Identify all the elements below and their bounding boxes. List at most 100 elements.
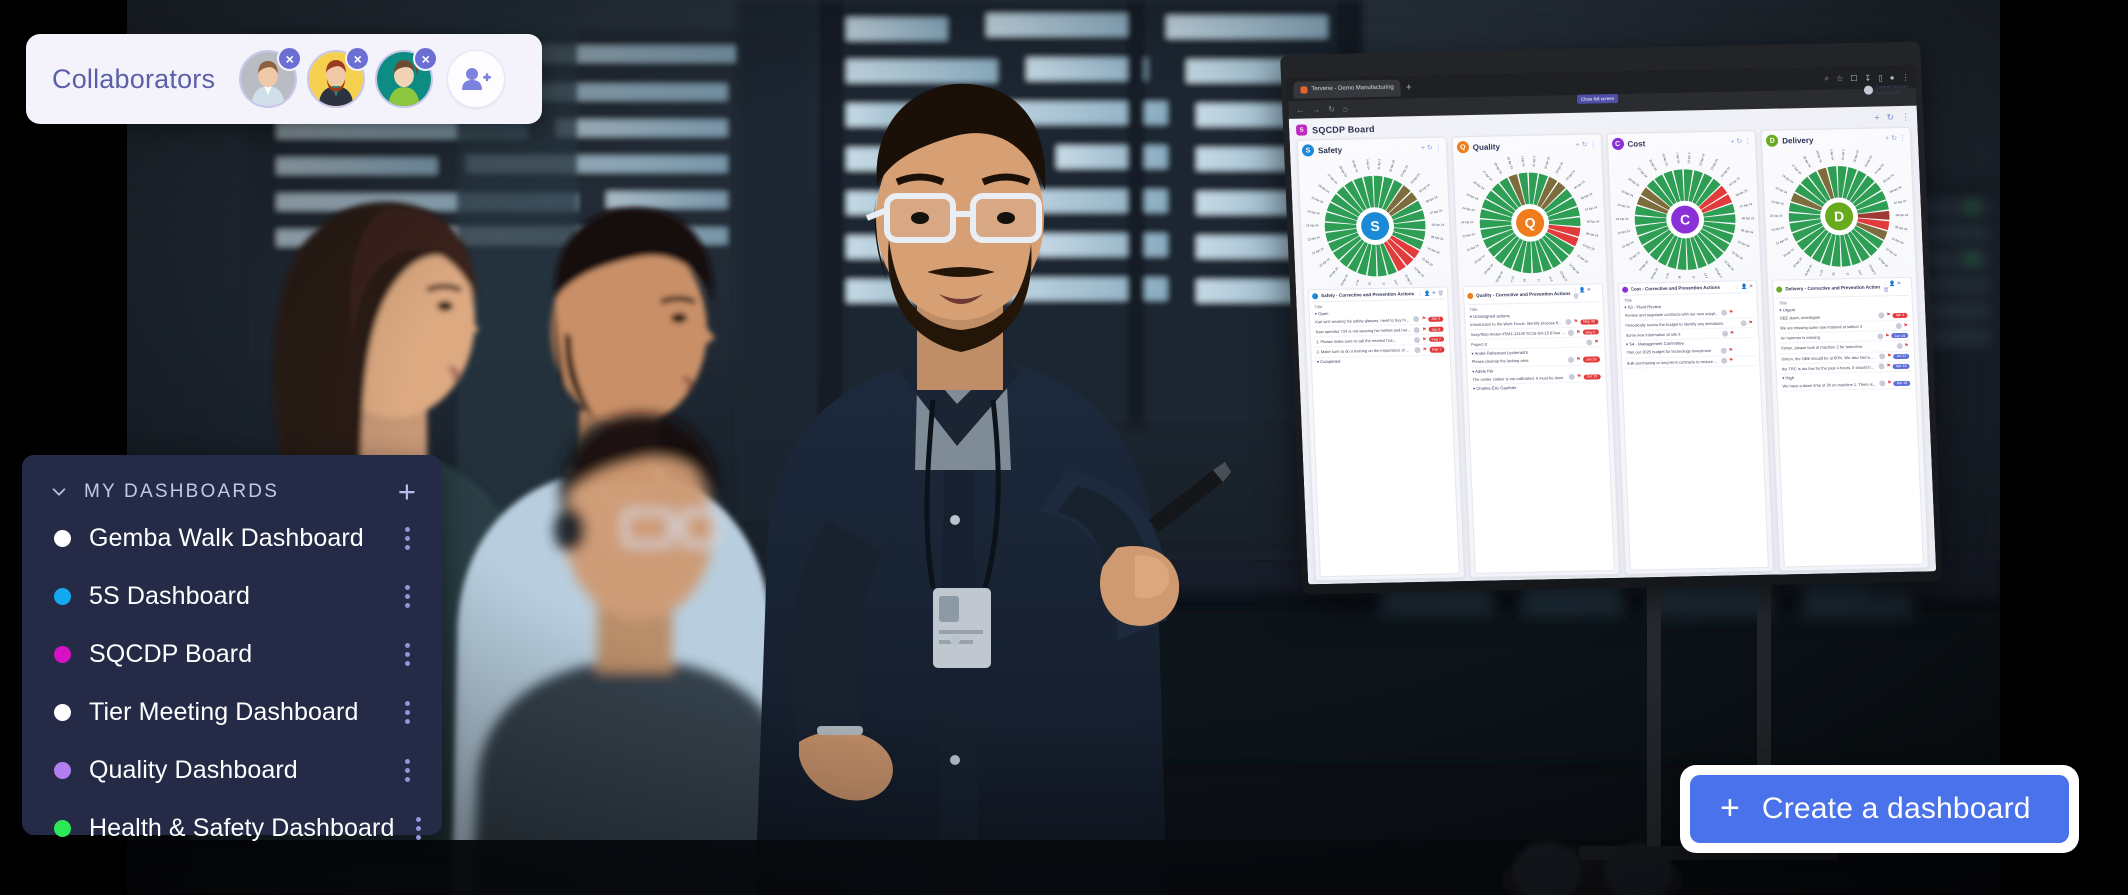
flag-icon[interactable]: ⚑: [1576, 329, 1581, 335]
flag-icon[interactable]: ⚑: [1887, 353, 1892, 359]
cost-capa-icons[interactable]: ⋮ 👤 ⚑: [1735, 284, 1754, 290]
delivery-actions[interactable]: + ↻ ⋮: [1885, 134, 1906, 142]
svg-text:09 Apr 24: 09 Apr 24: [1740, 228, 1753, 235]
svg-text:10 Apr 24: 10 Apr 24: [1737, 240, 1750, 249]
board-refresh-icon[interactable]: ↻: [1886, 112, 1894, 123]
current-user-chip[interactable]: Samuel Bisson Superviseur: [1863, 84, 1908, 96]
table-row[interactable]: We have a down time of 2h on machine 1. …: [1780, 378, 1913, 392]
kebab-menu-icon[interactable]: [401, 755, 414, 786]
svg-text:05 Apr 24: 05 Apr 24: [1573, 179, 1586, 190]
flag-icon[interactable]: ⚑: [1904, 343, 1909, 349]
browser-tab-title: Tervene - Demo Manufacturing: [1311, 84, 1394, 93]
panel-quality[interactable]: Q Quality + ↻ ⋮ 01 Apr 24 02 Apr 24 03 Apr…: [1451, 133, 1620, 579]
sidebar-item-tier-meeting-dashboard[interactable]: Tier Meeting Dashboard: [22, 683, 442, 741]
svg-text:18 Apr 24: 18 Apr 24: [1339, 273, 1349, 286]
remove-collaborator-icon[interactable]: ×: [277, 46, 303, 71]
home-icon[interactable]: ⌂: [1343, 104, 1348, 113]
flag-icon[interactable]: ⚑: [1594, 339, 1599, 345]
table-row[interactable]: Bulk purchasing or long-term contracts t…: [1624, 355, 1757, 369]
flag-icon[interactable]: ⚑: [1422, 347, 1427, 353]
svg-text:07 Apr 24: 07 Apr 24: [1584, 205, 1597, 212]
capa-group-header[interactable]: ▾ Charles-Éric Gauthier: [1471, 382, 1603, 392]
collaborator-avatar-3[interactable]: ×: [375, 46, 439, 108]
svg-text:24 Apr 24: 24 Apr 24: [1307, 209, 1320, 216]
flag-icon[interactable]: ⚑: [1729, 358, 1734, 364]
board-add-icon[interactable]: +: [1874, 112, 1880, 123]
capa-row-title: the TRC is too low for the past 4 hours.…: [1781, 364, 1877, 372]
kebab-menu-icon[interactable]: [401, 697, 414, 728]
flag-icon[interactable]: ⚑: [1574, 319, 1579, 325]
kebab-menu-icon[interactable]: [401, 639, 414, 670]
kebab-menu-icon[interactable]: [412, 813, 425, 844]
cost-letter-badge: C: [1611, 137, 1624, 151]
safety-capa-title: Safety - Corrective and Prevention Actio…: [1321, 291, 1415, 299]
plus-icon[interactable]: +: [398, 476, 416, 506]
svg-text:11 Apr 24: 11 Apr 24: [1421, 257, 1434, 268]
safety-capa-dot: [1311, 292, 1319, 300]
capa-group-header[interactable]: ▾ Completed: [1315, 355, 1447, 365]
panel-cost[interactable]: C Cost + ↻ ⋮ 01 Apr 24 02 Apr 24 03 Apr 24…: [1606, 130, 1775, 575]
flag-icon[interactable]: ⚑: [1886, 364, 1891, 370]
flag-icon[interactable]: ⚑: [1422, 316, 1427, 322]
capa-row-title: Review and negotiate contracts with our …: [1624, 310, 1720, 318]
flag-icon[interactable]: ⚑: [1422, 326, 1427, 332]
search-icon[interactable]: ⌕: [1824, 74, 1829, 84]
kebab-menu-icon[interactable]: [401, 523, 414, 554]
create-dashboard-button[interactable]: + Create a dashboard: [1690, 775, 2069, 843]
sidebar-item-5s-dashboard[interactable]: 5S Dashboard: [22, 567, 442, 625]
svg-text:28 Apr 24: 28 Apr 24: [1802, 155, 1812, 168]
board-menu-icon[interactable]: ⋮: [1901, 112, 1910, 123]
flag-icon[interactable]: ⚑: [1422, 337, 1427, 343]
remove-collaborator-icon[interactable]: ×: [345, 46, 371, 71]
reload-icon[interactable]: ↻: [1328, 104, 1335, 113]
status-dot: [54, 645, 71, 663]
flag-icon[interactable]: ⚑: [1577, 374, 1582, 380]
flag-icon[interactable]: ⚑: [1576, 357, 1581, 363]
safety-actions[interactable]: + ↻ ⋮: [1421, 144, 1442, 152]
panel-safety[interactable]: S Safety + ↻ ⋮ 01 Apr 24 02 Apr 24 03 Apr …: [1296, 136, 1465, 582]
quality-actions[interactable]: + ↻ ⋮: [1576, 140, 1597, 148]
sidebar-item-sqcdp-board[interactable]: SQCDP Board: [22, 625, 442, 683]
delivery-capa-icons[interactable]: ⋮ 👤 ⚑ 🗑: [1883, 281, 1909, 293]
flag-icon[interactable]: ⚑: [1886, 313, 1891, 319]
download-icon[interactable]: ↧: [1864, 73, 1871, 82]
svg-text:13 Apr 24: 13 Apr 24: [1559, 270, 1569, 283]
sidebar-header[interactable]: MY DASHBOARDS +: [22, 475, 442, 509]
forward-icon[interactable]: →: [1312, 105, 1320, 114]
sidebar-item-gemba-walk-dashboard[interactable]: Gemba Walk Dashboard: [22, 509, 442, 567]
flag-icon[interactable]: ⚑: [1729, 310, 1734, 316]
chevron-down-icon[interactable]: [50, 483, 68, 501]
star-icon[interactable]: ☆: [1836, 74, 1844, 83]
capa-row-title: 1. Please make sure to call the nearest …: [1315, 337, 1397, 345]
due-date-pill: Apr 18: [1893, 380, 1911, 387]
new-tab-button[interactable]: +: [1406, 82, 1412, 93]
remove-collaborator-icon[interactable]: ×: [413, 46, 439, 71]
panel-delivery[interactable]: D Delivery + ↻ ⋮ 01 Apr 24 02 Apr 24 03 Ap…: [1760, 126, 1930, 572]
sidebar-item-quality-dashboard[interactable]: Quality Dashboard: [22, 741, 442, 799]
back-icon[interactable]: ←: [1296, 105, 1304, 114]
safety-capa-icons[interactable]: ⋮ 👤 ⚑ 🗑: [1418, 290, 1444, 297]
close-fullscreen-pill[interactable]: Close full screen: [1576, 93, 1619, 104]
avatar: [1414, 346, 1421, 354]
quality-capa-icons[interactable]: ⋮ 👤 ⚑ 🗑: [1573, 287, 1599, 299]
kebab-menu-icon[interactable]: [401, 581, 414, 612]
svg-text:10 Apr 24: 10 Apr 24: [1891, 236, 1904, 245]
collaborator-avatar-1[interactable]: ×: [239, 46, 303, 108]
profile-icon[interactable]: ●: [1889, 73, 1894, 82]
due-date-pill: Jan 19: [1582, 356, 1600, 363]
extensions-icon[interactable]: ☐: [1850, 73, 1858, 82]
sidepanel-icon[interactable]: ▯: [1878, 73, 1883, 82]
flag-icon[interactable]: ⚑: [1730, 330, 1735, 336]
sidebar-item-health-safety-dashboard[interactable]: Health & Safety Dashboard: [22, 799, 442, 857]
flag-icon[interactable]: ⚑: [1903, 322, 1908, 328]
flag-icon[interactable]: ⚑: [1748, 320, 1753, 326]
cost-actions[interactable]: + ↻ ⋮: [1730, 137, 1751, 145]
add-collaborator-button[interactable]: [447, 50, 506, 108]
browser-tab[interactable]: Tervene - Demo Manufacturing: [1293, 78, 1402, 99]
flag-icon[interactable]: ⚑: [1887, 381, 1892, 387]
collaborator-avatar-2[interactable]: ×: [307, 46, 371, 108]
flag-icon[interactable]: ⚑: [1728, 347, 1733, 353]
sidebar-item-label: Tier Meeting Dashboard: [89, 697, 359, 726]
flag-icon[interactable]: ⚑: [1885, 333, 1890, 339]
kebab-menu-icon[interactable]: ⋮: [1901, 72, 1909, 81]
